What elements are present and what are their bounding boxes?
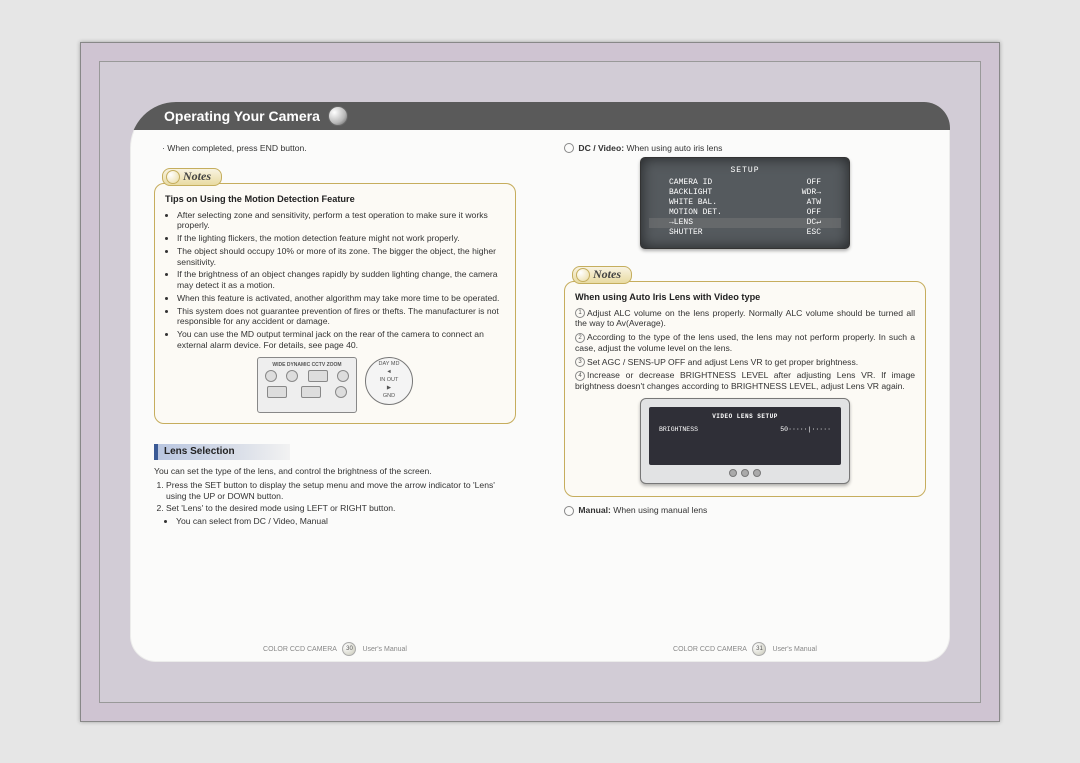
notes-frame-right: When using Auto Iris Lens with Video typ… xyxy=(564,281,926,497)
zoom-label: ◄ xyxy=(386,369,391,376)
notes-tab: Notes xyxy=(162,168,222,186)
notes-label-right: Notes xyxy=(564,257,926,275)
monitor-screen: VIDEO LENS SETUP BRIGHTNESS 50·····|····… xyxy=(649,407,841,465)
connector-icon xyxy=(286,370,298,382)
right-column: DC / Video: When using auto iris lens SE… xyxy=(540,130,950,662)
osd-row: BACKLIGHTWDR→ xyxy=(653,188,837,198)
list-item: You can use the MD output terminal jack … xyxy=(177,329,505,350)
inner-frame: Operating Your Camera · When completed, … xyxy=(99,61,981,703)
zoom-label: GND xyxy=(383,393,395,400)
osd-row: MOTION DET.OFF xyxy=(653,208,837,218)
bullet-text: When using auto iris lens xyxy=(624,143,722,153)
left-column: · When completed, press END button. Note… xyxy=(130,130,540,662)
circle-bullet-icon xyxy=(564,143,574,153)
outer-frame: Operating Your Camera · When completed, … xyxy=(80,42,1000,722)
connector-icon xyxy=(265,370,277,382)
columns: · When completed, press END button. Note… xyxy=(130,130,950,662)
page-number-orb: 30 xyxy=(342,642,356,656)
page-header-bar: Operating Your Camera xyxy=(130,102,950,130)
list-item: The object should occupy 10% or more of … xyxy=(177,246,505,267)
num-icon: 1 xyxy=(575,308,585,318)
section-heading-label: Lens Selection xyxy=(154,444,290,461)
rear-panel-diagram: WIDE DYNAMIC CCTV ZOOM xyxy=(165,357,505,413)
notes-bullets-left: After selecting zone and sensitivity, pe… xyxy=(165,210,505,351)
header-orb-icon xyxy=(328,106,348,126)
rear-panel: WIDE DYNAMIC CCTV ZOOM xyxy=(257,357,357,413)
osd-title: SETUP xyxy=(653,166,837,176)
section-steps: Press the SET button to display the setu… xyxy=(154,480,516,514)
num-icon: 3 xyxy=(575,357,585,367)
monitor-row-label: BRIGHTNESS xyxy=(659,426,698,434)
monitor-frame: VIDEO LENS SETUP BRIGHTNESS 50·····|····… xyxy=(640,398,850,484)
footer-suffix: User's Manual xyxy=(362,645,407,652)
rear-panel-title: WIDE DYNAMIC CCTV ZOOM xyxy=(262,362,352,368)
connector-icon xyxy=(335,386,347,398)
footer-brand: COLOR CCD CAMERA xyxy=(263,645,337,652)
knob-icon xyxy=(753,469,761,477)
connector-icon xyxy=(337,370,349,382)
knob-icon xyxy=(729,469,737,477)
zoom-terminal-callout: DAY MD ◄ IN OUT ▶ GND xyxy=(365,357,413,405)
list-item: If the lighting flickers, the motion det… xyxy=(177,233,505,244)
list-item: 1Adjust ALC volume on the lens properly.… xyxy=(575,308,915,329)
bullet-label: Manual: xyxy=(578,505,610,515)
connector-icon xyxy=(308,370,328,382)
footer-suffix: User's Manual xyxy=(772,645,817,652)
list-item: Set 'Lens' to the desired mode using LEF… xyxy=(166,503,516,514)
monitor-row: BRIGHTNESS 50·····|····· xyxy=(659,426,831,434)
list-item: You can select from DC / Video, Manual xyxy=(176,516,516,527)
osd-row: SHUTTERESC xyxy=(653,228,837,238)
notes-frame-left: Tips on Using the Motion Detection Featu… xyxy=(154,183,516,423)
monitor-base xyxy=(649,469,841,477)
osd-row: WHITE BAL.ATW xyxy=(653,198,837,208)
manual-page: Operating Your Camera · When completed, … xyxy=(130,102,950,662)
monitor-title: VIDEO LENS SETUP xyxy=(659,413,831,421)
footer-right: COLOR CCD CAMERA 31 User's Manual xyxy=(540,642,950,656)
osd-row: CAMERA IDOFF xyxy=(653,178,837,188)
list-item: After selecting zone and sensitivity, pe… xyxy=(177,210,505,231)
section-intro: You can set the type of the lens, and co… xyxy=(154,466,516,477)
list-item: 2According to the type of the lens used,… xyxy=(575,332,915,353)
bullet-text: When using manual lens xyxy=(611,505,708,515)
right-bottom-bullet: Manual: When using manual lens xyxy=(564,505,926,516)
notes-title-left: Tips on Using the Motion Detection Featu… xyxy=(165,194,505,206)
footer-brand: COLOR CCD CAMERA xyxy=(673,645,747,652)
num-icon: 4 xyxy=(575,371,585,381)
zoom-label: ▶ xyxy=(387,385,391,392)
page-title: Operating Your Camera xyxy=(164,108,320,124)
notes-tab: Notes xyxy=(572,266,632,284)
list-item: 4Increase or decrease BRIGHTNESS LEVEL a… xyxy=(575,370,915,391)
page-number-orb: 31 xyxy=(752,642,766,656)
right-top-bullet: DC / Video: When using auto iris lens xyxy=(564,143,926,154)
left-top-line: · When completed, press END button. xyxy=(162,143,516,154)
section-sub-bullets: You can select from DC / Video, Manual xyxy=(164,516,516,527)
zoom-label: DAY MD xyxy=(379,361,400,368)
osd-row-selected: →LENSDC↵ xyxy=(649,218,841,228)
list-item: Press the SET button to display the setu… xyxy=(166,480,516,501)
circle-bullet-icon xyxy=(564,506,574,516)
list-item: If the brightness of an object changes r… xyxy=(177,269,505,290)
zoom-label: IN OUT xyxy=(380,377,399,384)
connector-icon xyxy=(267,386,287,398)
list-item: This system does not guarantee preventio… xyxy=(177,306,505,327)
list-item: When this feature is activated, another … xyxy=(177,293,505,304)
connector-icon xyxy=(301,386,321,398)
osd-setup-screen: SETUP CAMERA IDOFF BACKLIGHTWDR→ WHITE B… xyxy=(640,157,850,249)
notes-title-right: When using Auto Iris Lens with Video typ… xyxy=(575,292,915,304)
rear-panel-connectors xyxy=(262,370,352,398)
notes-numbered-right: 1Adjust ALC volume on the lens properly.… xyxy=(575,308,915,392)
monitor-row-value: 50·····|····· xyxy=(780,426,831,434)
notes-label-left: Notes xyxy=(154,159,516,177)
section-heading-lens: Lens Selection xyxy=(154,444,516,461)
list-item: 3Set AGC / SENS-UP OFF and adjust Lens V… xyxy=(575,357,915,368)
knob-icon xyxy=(741,469,749,477)
footer-left: COLOR CCD CAMERA 30 User's Manual xyxy=(130,642,540,656)
bullet-label: DC / Video: xyxy=(578,143,624,153)
num-icon: 2 xyxy=(575,333,585,343)
